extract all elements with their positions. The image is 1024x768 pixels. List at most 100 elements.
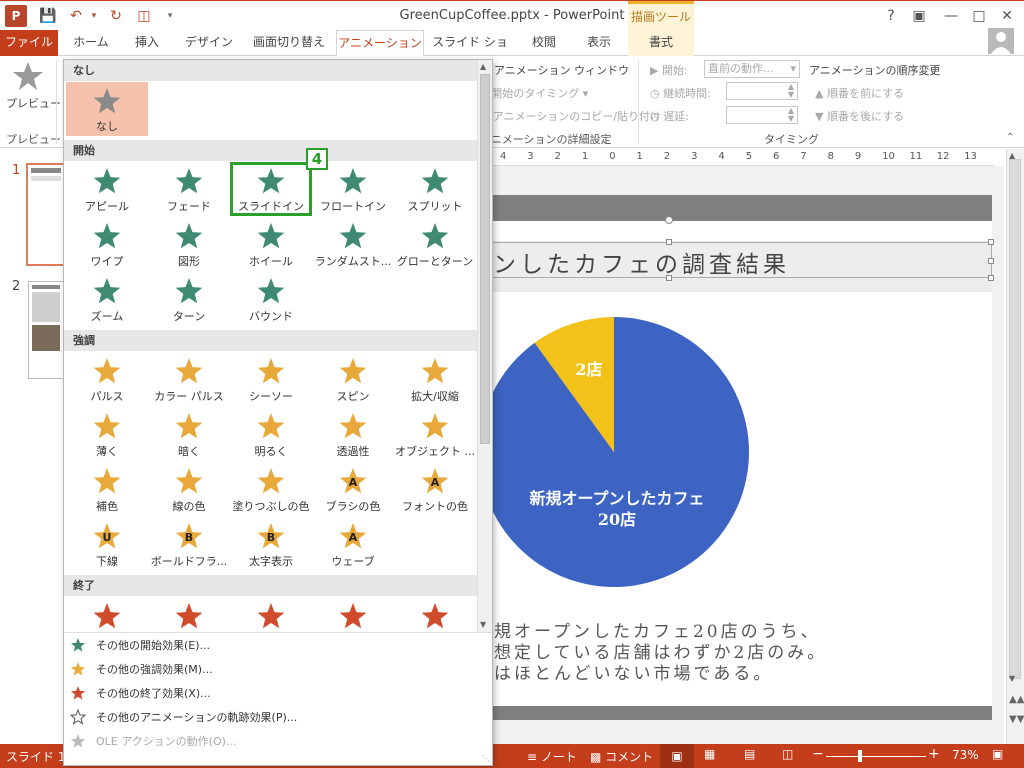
tab-animations[interactable]: アニメーション [336,30,424,57]
gallery-item[interactable]: ズーム [66,272,148,326]
move-earlier-button[interactable]: ▲ 順番を前にする [815,85,904,101]
slide-thumbnail-2[interactable] [28,281,64,379]
animation-painter-button[interactable]: ✎ アニメーションのコピー/貼り付け [480,108,661,124]
notes-button[interactable]: ≡ ノート [527,748,577,765]
context-tab-group-drawing-tools: 描画ツール [628,1,694,31]
gallery-item[interactable]: ランダムスト... [312,217,394,271]
gallery-item[interactable]: バウンド [230,272,312,326]
gallery-item[interactable]: オブジェクト ... [394,407,476,461]
ribbon-tabs: ファイル ホーム 挿入 デザイン 画面切り替え アニメーション スライド ショー… [0,28,1024,73]
gallery-item[interactable]: A ウェーブ [312,517,394,571]
slide-header-band [492,195,992,221]
close-button[interactable]: ✕ [996,5,1018,27]
gallery-item[interactable]: B ボールドフラ... [148,517,230,571]
gallery-item[interactable]: 図形 [148,217,230,271]
user-avatar[interactable] [988,28,1014,54]
gallery-item[interactable]: U 下線 [66,517,148,571]
gallery-item[interactable]: 薄く [66,407,148,461]
gallery-menu-item[interactable]: その他の開始効果(E)... [64,634,492,658]
resize-handle[interactable] [988,275,994,281]
tab-home[interactable]: ホーム [66,30,116,56]
gallery-item[interactable]: 暗く [148,407,230,461]
gallery-item[interactable]: 線の色 [148,462,230,516]
tab-view[interactable]: 表示 [574,30,624,56]
ribbon-display-options-icon[interactable]: ▣ [908,5,930,27]
gallery-item[interactable]: ホイール [230,217,312,271]
slide-sorter-icon[interactable]: ▦ [704,747,715,761]
tab-slideshow[interactable]: スライド ショー [430,30,510,73]
animation-pane-button[interactable]: ▤ アニメーション ウィンドウ [480,62,629,78]
vertical-scrollbar[interactable]: ▲ ▼ ▲▲ ▼▼ [1006,149,1024,744]
rotate-handle-icon[interactable] [665,216,673,224]
gallery-item[interactable]: シーソー [230,352,312,406]
zoom-slider[interactable] [826,756,926,757]
slideshow-icon[interactable]: ◫ [782,747,793,761]
preview-button[interactable]: プレビュー [6,58,61,118]
gallery-item[interactable] [230,597,312,632]
comments-button[interactable]: ▩ コメント [590,748,653,765]
normal-view-icon[interactable]: ▣ [660,744,694,768]
gallery-item[interactable]: A ブラシの色 [312,462,394,516]
gallery-item[interactable] [66,597,148,632]
reading-view-icon[interactable]: ▤ [744,747,755,761]
gallery-item[interactable]: 明るく [230,407,312,461]
gallery-item[interactable]: スプリット [394,162,476,216]
gallery-item[interactable]: スライドイン 4 [230,148,328,216]
zoom-level[interactable]: 73% [952,748,979,762]
zoom-slider-thumb[interactable] [858,750,862,762]
move-later-button[interactable]: ▼ 順番を後にする [815,108,904,124]
gallery-item[interactable]: 塗りつぶしの色 [230,462,312,516]
gallery-item[interactable] [394,597,476,632]
gallery-scrollbar[interactable]: ▲ ▼ [477,60,492,632]
gallery-item[interactable]: フェード [148,162,230,216]
start-dropdown[interactable]: 直前の動作... ▾ [704,60,800,78]
gallery-item[interactable]: フロートイン [312,162,394,216]
resize-grip-icon[interactable]: ⋱ [482,754,490,763]
gallery-menu-item[interactable]: OLE アクションの動作(O)... [64,730,492,754]
gallery-item[interactable]: なし [66,82,148,136]
gallery-item[interactable]: パルス [66,352,148,406]
tab-format[interactable]: 書式 [628,30,694,56]
gallery-item[interactable]: B 太字表示 [230,517,312,571]
gallery-item[interactable]: グローとターン [394,217,476,271]
resize-handle[interactable] [666,239,672,245]
gallery-item[interactable]: 拡大/収縮 [394,352,476,406]
tab-insert[interactable]: 挿入 [124,30,170,56]
resize-handle[interactable] [988,258,994,264]
slide-body-text[interactable]: 規オープンしたカフェ20店のうち、 想定している店舗はわずか2店のみ。 はほとん… [494,622,827,685]
gallery-item[interactable]: カラー パルス [148,352,230,406]
slide-thumbnail-1[interactable] [26,163,66,266]
gallery-menu-item[interactable]: その他の強調効果(M)... [64,658,492,682]
gallery-item[interactable]: A フォントの色 [394,462,476,516]
collapse-ribbon-icon[interactable]: ⌃ [1006,132,1014,143]
zoom-out-icon[interactable]: − [812,746,824,762]
tab-file[interactable]: ファイル [0,30,58,56]
delay-spinner[interactable]: ▲ ▼ [726,106,798,124]
resize-handle[interactable] [666,275,672,281]
gallery-item[interactable]: 補色 [66,462,148,516]
tab-transitions[interactable]: 画面切り替え [248,30,330,56]
trigger-button[interactable]: ⚡ 開始のタイミング ▾ [480,85,588,101]
gallery-item[interactable]: スピン [312,352,394,406]
tab-design[interactable]: デザイン [178,30,240,56]
gallery-menu-item[interactable]: その他のアニメーションの軌跡効果(P)... [64,706,492,730]
minimize-button[interactable]: — [940,5,962,27]
help-button[interactable]: ? [880,5,902,27]
gallery-item[interactable]: 透過性 [312,407,394,461]
fit-to-window-icon[interactable]: ▣ [992,747,1003,761]
duration-spinner[interactable]: ▲ ▼ [726,82,798,100]
gallery-item[interactable]: アピール [66,162,148,216]
tab-review[interactable]: 校閲 [518,30,570,56]
title-placeholder[interactable]: ンしたカフェの調査結果 [492,242,992,278]
gallery-menu-item[interactable]: その他の終了効果(X)... [64,682,492,706]
gallery-item[interactable] [148,597,230,632]
resize-handle[interactable] [988,239,994,245]
gallery-item[interactable]: ワイプ [66,217,148,271]
motion-path-icon [70,709,86,725]
zoom-in-icon[interactable]: + [928,746,940,762]
pie-chart[interactable]: 新規オープンしたカフェ 20店 2店 [492,315,992,605]
gallery-item[interactable]: ターン [148,272,230,326]
slide-canvas[interactable]: ンしたカフェの調査結果 新規オープンしたカフェ 20店 2店 規オープンしたカフェ2… [492,195,994,720]
maximize-button[interactable]: □ [968,5,990,27]
gallery-item[interactable] [312,597,394,632]
